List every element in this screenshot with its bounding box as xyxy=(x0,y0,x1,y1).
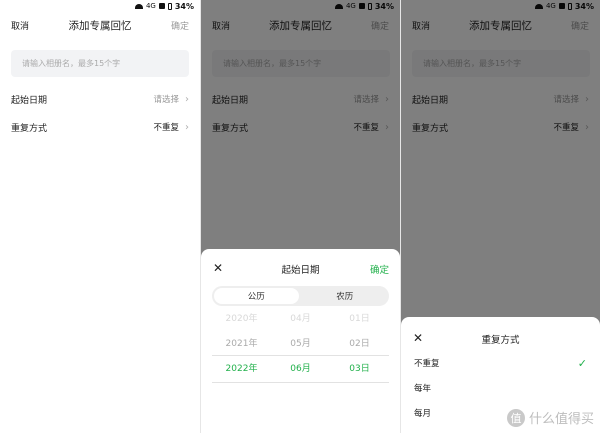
repeat-value: 不重复 xyxy=(153,123,179,133)
wheel-day: 02日 xyxy=(349,339,370,349)
repeat-row[interactable]: 重复方式 不重复 › xyxy=(11,119,189,135)
tab-gregorian[interactable]: 公历 xyxy=(214,288,299,304)
repeat-option-yearly[interactable]: 每年 xyxy=(414,380,587,396)
sheet-confirm-button[interactable]: 确定 xyxy=(370,262,389,276)
selection-divider xyxy=(212,382,389,383)
wheel-row: 2020年 04月 01日 xyxy=(212,309,389,329)
wheel-month: 06月 xyxy=(290,364,311,374)
signal-icon xyxy=(158,3,165,9)
repeat-option-label: 每年 xyxy=(414,384,432,394)
repeat-option-label: 不重复 xyxy=(414,359,440,369)
status-bar: 4G 34% xyxy=(0,0,200,12)
wheel-row: 2021年 05月 02日 xyxy=(212,334,389,354)
screen-add-memory: 4G 34% 取消 添加专属回忆 确定 请输入相册名，最多15个字 起始日期 请… xyxy=(0,0,200,433)
wheel-day: 03日 xyxy=(349,364,370,374)
calendar-type-toggle: 公历 农历 xyxy=(212,286,389,306)
wheel-year: 2020年 xyxy=(225,314,258,324)
screen-date-picker: 4G 34% 取消 添加专属回忆 确定 请输入相册名，最多15个字 起始日期 请… xyxy=(200,0,400,433)
wheel-row-selected: 2022年 06月 03日 xyxy=(212,359,389,379)
chevron-right-icon: › xyxy=(185,93,189,105)
start-date-value: 请选择 xyxy=(153,95,179,105)
wheel-day: 01日 xyxy=(349,314,370,324)
chevron-right-icon: › xyxy=(185,121,189,133)
wifi-icon xyxy=(134,3,143,9)
repeat-picker-sheet: ✕ 重复方式 不重复 ✓ 每年 每月 值 什么值得买 xyxy=(401,317,600,433)
date-picker-sheet: ✕ 起始日期 确定 公历 农历 2020年 04月 01日 2021年 05月 … xyxy=(201,249,400,433)
watermark-text: 什么值得买 xyxy=(528,412,594,427)
repeat-option-label: 每月 xyxy=(414,409,432,419)
watermark-badge: 值 xyxy=(506,408,525,427)
confirm-button[interactable]: 确定 xyxy=(171,19,189,32)
repeat-label: 重复方式 xyxy=(11,123,48,134)
album-name-input[interactable]: 请输入相册名，最多15个字 xyxy=(11,50,189,77)
wheel-year: 2022年 xyxy=(225,364,258,374)
screen-repeat-picker: 4G 34% 取消 添加专属回忆 确定 请输入相册名，最多15个字 起始日期 请… xyxy=(400,0,600,433)
wheel-year: 2021年 xyxy=(225,339,258,349)
check-icon: ✓ xyxy=(577,356,587,370)
selection-divider xyxy=(212,355,389,356)
wheel-month: 05月 xyxy=(290,339,311,349)
battery-icon xyxy=(167,2,172,10)
nav-header: 取消 添加专属回忆 确定 xyxy=(0,16,200,36)
repeat-option-none[interactable]: 不重复 ✓ xyxy=(414,355,587,371)
site-watermark: 值 什么值得买 xyxy=(506,408,594,427)
battery-percent: 34% xyxy=(174,1,194,11)
wheel-month: 04月 xyxy=(290,314,311,324)
start-date-row[interactable]: 起始日期 请选择 › xyxy=(11,91,189,107)
date-wheel[interactable]: 2020年 04月 01日 2021年 05月 02日 2022年 06月 03… xyxy=(212,309,389,429)
network-label: 4G xyxy=(145,2,156,10)
tab-lunar[interactable]: 农历 xyxy=(303,288,388,304)
sheet-title: 重复方式 xyxy=(481,335,520,346)
start-date-label: 起始日期 xyxy=(11,95,48,106)
